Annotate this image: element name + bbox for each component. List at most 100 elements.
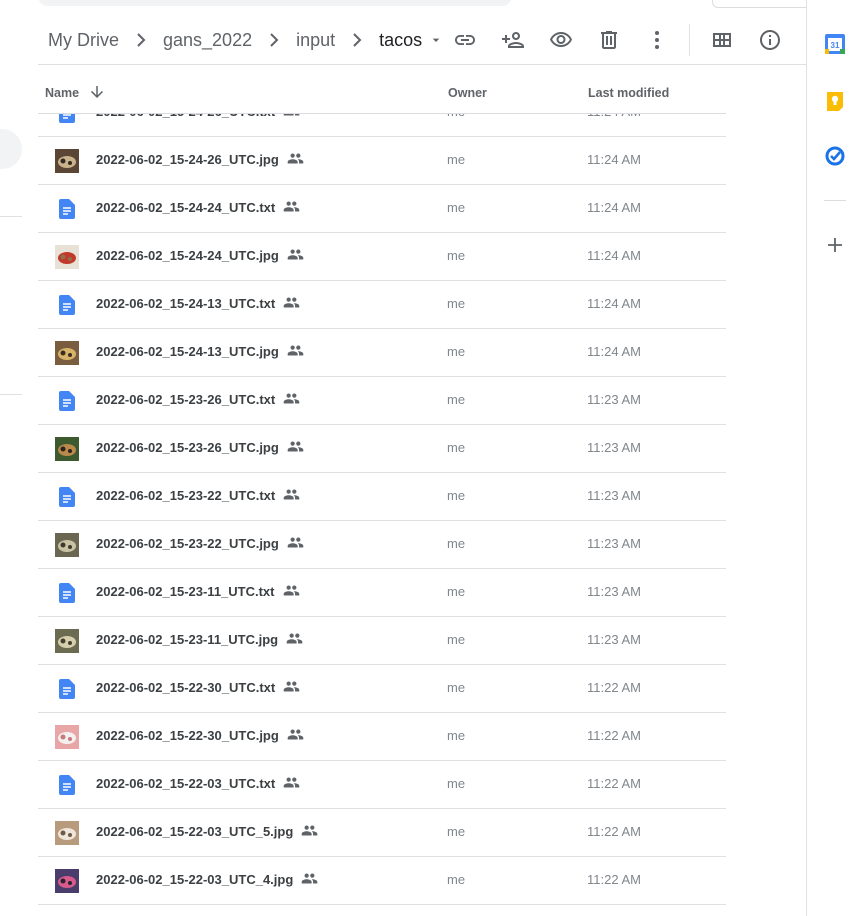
arrow-drop-down-icon[interactable] xyxy=(428,32,444,48)
file-last-modified: 11:23 AM xyxy=(587,440,641,455)
file-owner: me xyxy=(447,728,466,743)
file-owner: me xyxy=(447,440,466,455)
tasks-icon[interactable] xyxy=(824,145,846,167)
delete-trash-icon[interactable] xyxy=(595,26,623,54)
file-row[interactable]: 2022-06-02_15-24-24_UTC.jpg me 11:24 AM xyxy=(38,233,726,281)
file-owner: me xyxy=(447,680,466,695)
file-name-text: 2022-06-02_15-23-11_UTC.txt xyxy=(96,584,275,599)
file-name-text: 2022-06-02_15-24-24_UTC.jpg xyxy=(96,248,279,263)
file-row[interactable]: 2022-06-02_15-22-30_UTC.jpg me 11:22 AM xyxy=(38,713,726,761)
name-column-header[interactable]: Name xyxy=(45,86,79,100)
file-last-modified: 11:23 AM xyxy=(587,392,641,407)
owner-column-header[interactable]: Owner xyxy=(448,86,487,100)
shared-people-icon xyxy=(283,198,300,215)
file-name: 2022-06-02_15-23-26_UTC.jpg xyxy=(96,440,304,457)
file-name-text: 2022-06-02_15-22-03_UTC_5.jpg xyxy=(96,824,294,839)
file-row[interactable]: 2022-06-02_15-22-30_UTC.txt me 11:22 AM xyxy=(38,665,726,713)
file-row[interactable]: 2022-06-02_15-22-03_UTC_5.jpg me 11:22 AM xyxy=(38,809,726,857)
file-name: 2022-06-02_15-24-24_UTC.txt xyxy=(96,200,300,217)
share-add-person-icon[interactable] xyxy=(499,26,527,54)
file-name: 2022-06-02_15-22-30_UTC.jpg xyxy=(96,728,304,745)
shared-people-icon xyxy=(287,246,304,263)
file-row[interactable]: 2022-06-02_15-22-03_UTC.txt me 11:22 AM xyxy=(38,761,726,809)
details-info-icon[interactable] xyxy=(756,26,784,54)
breadcrumb-my-drive[interactable]: My Drive xyxy=(48,30,119,51)
preview-eye-icon[interactable] xyxy=(547,26,575,54)
arrow-downward-icon[interactable] xyxy=(88,83,106,101)
file-row[interactable]: 2022-06-02_15-22-03_UTC_4.jpg me 11:22 AM xyxy=(38,857,726,905)
file-row[interactable]: 2022-06-02_15-24-13_UTC.txt me 11:24 AM xyxy=(38,281,726,329)
shared-people-icon xyxy=(287,150,304,167)
search-bar[interactable] xyxy=(38,0,512,6)
shared-people-icon xyxy=(287,726,304,743)
shared-people-icon xyxy=(283,390,300,407)
file-name: 2022-06-02_15-23-22_UTC.txt xyxy=(96,488,300,505)
image-thumbnail xyxy=(55,149,79,173)
file-name: 2022-06-02_15-23-26_UTC.txt xyxy=(96,392,300,409)
shared-people-icon xyxy=(283,582,300,599)
file-name-text: 2022-06-02_15-22-30_UTC.txt xyxy=(96,680,276,695)
breadcrumb-current-folder[interactable]: tacos xyxy=(379,30,422,51)
file-name-text: 2022-06-02_15-24-26_UTC.jpg xyxy=(96,152,279,167)
add-icon[interactable] xyxy=(824,234,846,256)
document-icon xyxy=(55,197,79,221)
link-icon[interactable] xyxy=(451,26,479,54)
file-owner: me xyxy=(447,536,466,551)
file-last-modified: 11:23 AM xyxy=(587,488,641,503)
shared-people-icon xyxy=(283,486,300,503)
file-row[interactable]: 2022-06-02_15-23-11_UTC.jpg me 11:23 AM xyxy=(38,617,726,665)
file-last-modified: 11:22 AM xyxy=(587,680,641,695)
image-thumbnail xyxy=(55,437,79,461)
file-name: 2022-06-02_15-24-26_UTC.jpg xyxy=(96,152,304,169)
shared-people-icon xyxy=(287,438,304,455)
file-row[interactable]: 2022-06-02_15-23-22_UTC.jpg me 11:23 AM xyxy=(38,521,726,569)
file-owner: me xyxy=(447,152,466,167)
file-name: 2022-06-02_15-24-24_UTC.jpg xyxy=(96,248,304,265)
nav-selected-item[interactable] xyxy=(0,129,22,169)
more-vert-icon[interactable] xyxy=(643,26,671,54)
file-name-text: 2022-06-02_15-23-22_UTC.jpg xyxy=(96,536,279,551)
document-icon xyxy=(55,773,79,797)
file-name-text: 2022-06-02_15-23-26_UTC.jpg xyxy=(96,440,279,455)
side-panel-divider xyxy=(824,200,846,201)
document-icon xyxy=(55,581,79,605)
file-row[interactable]: 2022-06-02_15-24-24_UTC.txt me 11:24 AM xyxy=(38,185,726,233)
file-name: 2022-06-02_15-24-13_UTC.txt xyxy=(96,296,300,313)
file-name: 2022-06-02_15-23-11_UTC.txt xyxy=(96,584,300,601)
nav-divider xyxy=(0,394,22,395)
file-last-modified: 11:22 AM xyxy=(587,728,641,743)
breadcrumb-input[interactable]: input xyxy=(296,30,335,51)
last-modified-column-header[interactable]: Last modified xyxy=(588,86,669,100)
breadcrumb-gans-2022[interactable]: gans_2022 xyxy=(163,30,252,51)
file-last-modified: 11:23 AM xyxy=(587,536,641,551)
chevron-right-icon xyxy=(345,28,369,52)
file-row[interactable]: 2022-06-02_15-24-13_UTC.jpg me 11:24 AM xyxy=(38,329,726,377)
file-owner: me xyxy=(447,776,466,791)
file-last-modified: 11:24 AM xyxy=(587,248,641,263)
file-owner: me xyxy=(447,824,466,839)
file-row[interactable]: 2022-06-02_15-23-22_UTC.txt me 11:23 AM xyxy=(38,473,726,521)
file-row[interactable]: 2022-06-02_15-23-26_UTC.jpg me 11:23 AM xyxy=(38,425,726,473)
file-row[interactable]: 2022-06-02_15-23-11_UTC.txt me 11:23 AM xyxy=(38,569,726,617)
calendar-icon[interactable]: 31 xyxy=(824,33,846,55)
file-name: 2022-06-02_15-22-30_UTC.txt xyxy=(96,680,300,697)
file-last-modified: 11:22 AM xyxy=(587,872,641,887)
file-last-modified: 11:24 AM xyxy=(587,344,641,359)
file-last-modified: 11:24 AM xyxy=(587,296,641,311)
file-name: 2022-06-02_15-23-22_UTC.jpg xyxy=(96,536,304,553)
svg-text:31: 31 xyxy=(831,41,840,50)
file-owner: me xyxy=(447,296,466,311)
file-name-text: 2022-06-02_15-23-22_UTC.txt xyxy=(96,488,276,503)
file-name-text: 2022-06-02_15-22-03_UTC_4.jpg xyxy=(96,872,294,887)
grid-view-icon[interactable] xyxy=(708,26,736,54)
shared-people-icon xyxy=(283,774,300,791)
shared-people-icon xyxy=(287,534,304,551)
file-name: 2022-06-02_15-22-03_UTC_4.jpg xyxy=(96,872,318,889)
document-icon xyxy=(55,485,79,509)
keep-icon[interactable] xyxy=(824,90,846,112)
shared-people-icon xyxy=(283,678,300,695)
file-row[interactable]: 2022-06-02_15-23-26_UTC.txt me 11:23 AM xyxy=(38,377,726,425)
file-name-text: 2022-06-02_15-24-13_UTC.jpg xyxy=(96,344,279,359)
file-name: 2022-06-02_15-22-03_UTC.txt xyxy=(96,776,300,793)
file-row[interactable]: 2022-06-02_15-24-26_UTC.jpg me 11:24 AM xyxy=(38,137,726,185)
